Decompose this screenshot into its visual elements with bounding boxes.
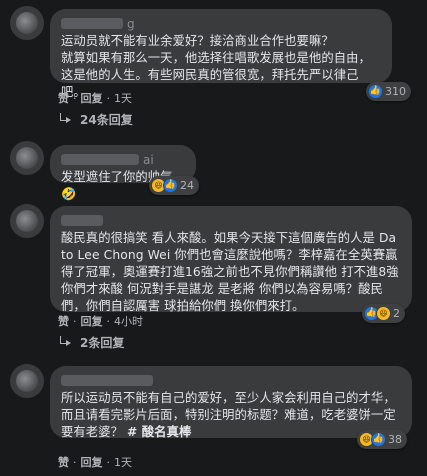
reaction-summary[interactable]: 😆 👍 38 — [357, 430, 407, 449]
comment-bubble: 酸民真的很搞笑 看人來酸。如果今天接下這個廣告的人是 Dato Lee Chon… — [50, 206, 412, 313]
redacted-name — [61, 18, 123, 29]
comment-author[interactable]: ai — [61, 152, 185, 167]
redacted-name — [61, 154, 139, 165]
comment-timestamp[interactable]: 4小时 — [114, 313, 143, 329]
redacted-name — [61, 375, 153, 386]
reaction-count: 2 — [393, 307, 400, 320]
reaction-count: 38 — [388, 433, 402, 446]
reaction-summary[interactable]: 😆 👍 24 — [149, 176, 199, 195]
view-replies-link[interactable]: 24条回复 — [58, 111, 133, 127]
reaction-summary[interactable]: 👍 310 — [366, 82, 411, 101]
reply-button[interactable]: 回复 — [81, 90, 103, 106]
reply-arrow-icon — [58, 336, 72, 348]
comment-author[interactable] — [61, 373, 401, 388]
reply-arrow-icon — [58, 113, 72, 125]
like-button[interactable]: 赞 — [58, 454, 69, 470]
reaction-summary[interactable]: 👍 😆 2 — [362, 304, 405, 323]
replies-count-label: 2条回复 — [80, 335, 125, 350]
avatar[interactable] — [10, 6, 44, 40]
reply-button[interactable]: 回复 — [81, 313, 103, 329]
author-name-tail: g — [127, 16, 135, 31]
like-reaction-icon: 👍 — [371, 432, 386, 447]
reaction-count: 310 — [385, 85, 406, 98]
avatar[interactable] — [10, 364, 44, 398]
comment-actions: 赞 · 回复 · 1天 — [58, 90, 132, 106]
comment-text: 酸民真的很搞笑 看人來酸。如果今天接下這個廣告的人是 Dato Lee Chon… — [61, 231, 399, 313]
reply-button[interactable]: 回复 — [81, 454, 103, 470]
comment-actions: 赞 · 回复 · 1天 — [58, 454, 132, 470]
replies-count-label: 24条回复 — [80, 112, 133, 127]
comment-text: 所以运动员不能有自己的爱好，至少人家会利用自己的才华，而且请看完影片后面，特别注… — [61, 390, 401, 441]
redacted-name — [61, 215, 103, 226]
like-button[interactable]: 赞 — [58, 90, 69, 106]
haha-reaction-icon: 😆 — [376, 306, 391, 321]
avatar[interactable] — [10, 141, 44, 175]
author-name-tail: ai — [143, 152, 154, 167]
comment-actions: 赞 · 回复 · 4小时 — [58, 313, 143, 329]
comment-bubble: g 运动员就不能有业余爱好？接洽商业合作也要嘛？ 就算如果有那么一天，他选择往唱… — [50, 9, 392, 99]
comment-bubble: 所以运动员不能有自己的爱好，至少人家会利用自己的才华，而且请看完影片后面，特别注… — [50, 366, 412, 441]
comment-timestamp[interactable]: 1天 — [114, 454, 132, 470]
view-replies-link[interactable]: 2条回复 — [58, 334, 124, 350]
comment-body: 所以运动员不能有自己的爱好，至少人家会利用自己的才华，而且请看完影片后面，特别注… — [61, 391, 396, 439]
like-button[interactable]: 赞 — [58, 313, 69, 329]
avatar[interactable] — [10, 204, 44, 238]
hashtag-link[interactable]: # 酸名真棒 — [127, 425, 191, 439]
like-reaction-icon: 👍 — [163, 178, 178, 193]
reaction-count: 24 — [180, 179, 194, 192]
comment-author[interactable] — [61, 213, 401, 228]
comment-timestamp[interactable]: 1天 — [114, 90, 132, 106]
like-reaction-icon: 👍 — [368, 84, 383, 99]
comment-author[interactable]: g — [61, 16, 381, 31]
